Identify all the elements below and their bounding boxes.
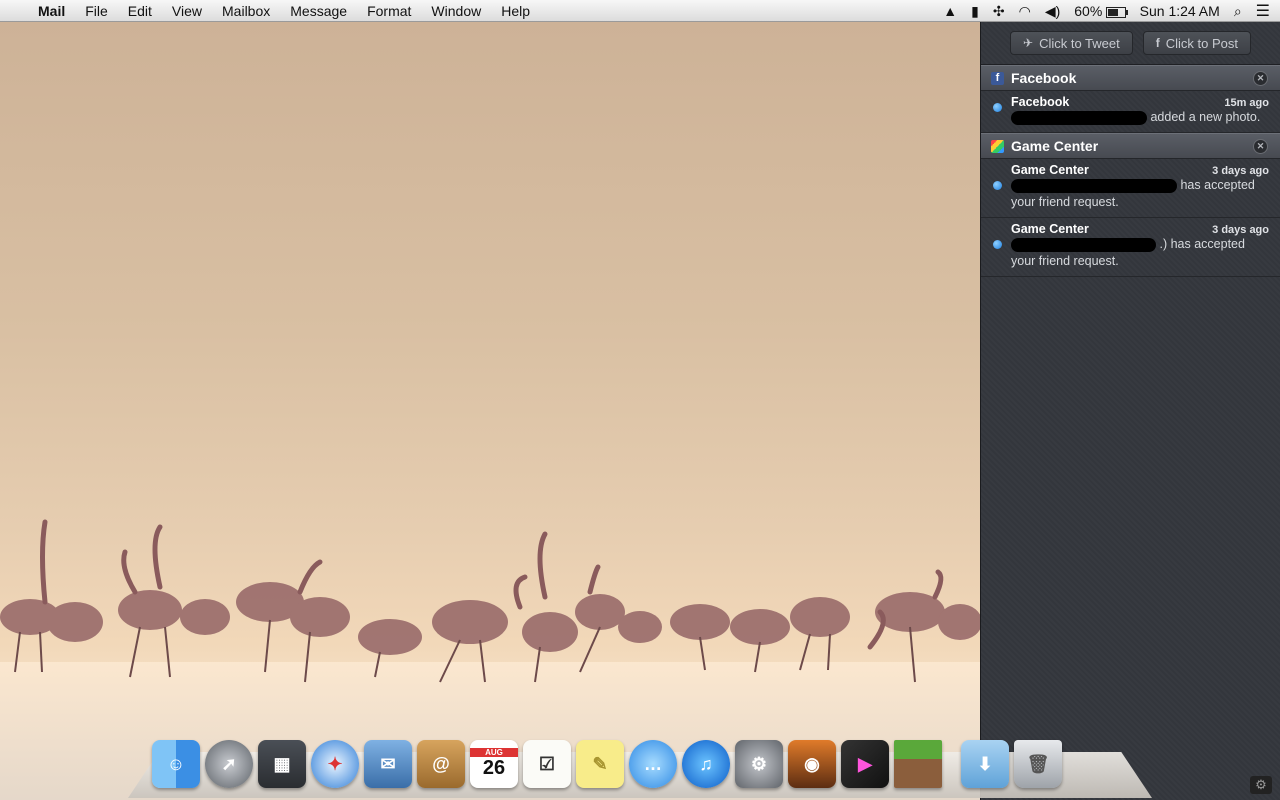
notification-time: 3 days ago <box>1212 165 1269 177</box>
close-icon[interactable]: ✕ <box>1253 139 1268 154</box>
notification-time: 3 days ago <box>1212 224 1269 236</box>
battery-status[interactable]: 60% <box>1074 3 1128 19</box>
flamingo-wallpaper-image <box>0 519 980 800</box>
redacted-name <box>1011 237 1156 252</box>
menu-view[interactable]: View <box>172 3 202 19</box>
notification-item[interactable]: Game Center 3 days ago has accepted your… <box>981 159 1280 218</box>
final-cut-icon[interactable]: ▶ <box>841 740 889 788</box>
menu-window[interactable]: Window <box>431 3 481 19</box>
notes-icon[interactable]: ✎ <box>576 740 624 788</box>
notification-text-line2: your friend request. <box>1011 254 1119 268</box>
safari-icon[interactable]: ✦ <box>311 740 359 788</box>
game-center-icon <box>991 139 1004 153</box>
finder-icon[interactable]: ☺ <box>152 740 200 788</box>
battery-percent: 60% <box>1074 3 1103 19</box>
game-center-section-header[interactable]: Game Center ✕ <box>981 133 1280 159</box>
gear-icon[interactable]: ⚙ <box>1250 776 1272 794</box>
app-menu[interactable]: Mail <box>38 3 65 19</box>
mission-control-icon[interactable]: ▦ <box>258 740 306 788</box>
facebook-section-header[interactable]: f Facebook ✕ <box>981 65 1280 91</box>
facebook-post-button[interactable]: f Click to Post <box>1142 31 1251 55</box>
mail-icon[interactable]: ✉ <box>364 740 412 788</box>
notification-body: has accepted your friend request. <box>1011 177 1270 211</box>
spotlight-search-icon[interactable]: ⌕ <box>1234 3 1242 20</box>
contacts-icon[interactable]: @ <box>417 740 465 788</box>
section-title: Facebook <box>1011 70 1077 86</box>
bluetooth-icon[interactable]: ✣ <box>993 3 1005 20</box>
notification-text: added a new photo. <box>1150 110 1261 124</box>
notification-text: .) has accepted <box>1159 237 1245 251</box>
facebook-icon: f <box>1155 36 1160 50</box>
volume-icon[interactable]: ◀) <box>1045 3 1060 20</box>
notification-center-icon[interactable]: ☰ <box>1256 1 1270 21</box>
calendar-icon[interactable]: AUG 26 <box>470 740 518 788</box>
notification-item[interactable]: Facebook 15m ago added a new photo. <box>981 91 1280 133</box>
calendar-day: 26 <box>482 757 506 779</box>
notification-text-line2: your friend request. <box>1011 195 1119 209</box>
wifi-icon[interactable]: ◠ <box>1019 3 1031 20</box>
menu-mailbox[interactable]: Mailbox <box>222 3 270 19</box>
redacted-name <box>1011 110 1147 125</box>
notification-text: has accepted <box>1180 178 1255 192</box>
trash-icon[interactable]: 🗑 <box>1014 740 1062 788</box>
minecraft-icon[interactable] <box>894 740 942 788</box>
facebook-icon: f <box>991 71 1004 85</box>
battery-icon <box>1105 7 1128 19</box>
clock[interactable]: Sun 1:24 AM <box>1140 3 1220 19</box>
post-label: Click to Post <box>1165 35 1238 51</box>
menu-edit[interactable]: Edit <box>128 3 152 19</box>
tweet-label: Click to Tweet <box>1039 35 1120 51</box>
downloads-folder-icon[interactable]: ⬇ <box>961 740 1009 788</box>
redacted-name <box>1011 178 1177 193</box>
notification-item[interactable]: Game Center 3 days ago .) has accepted y… <box>981 218 1280 277</box>
system-preferences-icon[interactable]: ⚙ <box>735 740 783 788</box>
notification-body: added a new photo. <box>1011 109 1270 126</box>
iphoto-icon[interactable]: ◉ <box>788 740 836 788</box>
twitter-icon: ✈ <box>1023 36 1034 50</box>
unread-dot-icon <box>993 240 1002 249</box>
unread-dot-icon <box>993 103 1002 112</box>
menu-message[interactable]: Message <box>290 3 347 19</box>
menu-help[interactable]: Help <box>501 3 530 19</box>
google-drive-icon[interactable]: ▲ <box>943 3 957 19</box>
desktop-wallpaper <box>0 22 980 800</box>
notification-center: ✈ Click to Tweet f Click to Post f Faceb… <box>980 22 1280 800</box>
share-buttons: ✈ Click to Tweet f Click to Post <box>981 22 1280 65</box>
calendar-month: AUG <box>470 748 518 757</box>
menu-bar: Mail File Edit View Mailbox Message Form… <box>0 0 1280 22</box>
menu-format[interactable]: Format <box>367 3 411 19</box>
notification-time: 15m ago <box>1224 97 1269 109</box>
bookmark-icon[interactable]: ▮ <box>971 3 979 20</box>
reminders-icon[interactable]: ☑ <box>523 740 571 788</box>
tweet-button[interactable]: ✈ Click to Tweet <box>1010 31 1133 55</box>
dock: ☺ ➚ ▦ ✦ ✉ @ AUG 26 ☑ ✎ … ♫ ⚙ ◉ ▶ ⬇ 🗑 <box>152 732 1067 788</box>
close-icon[interactable]: ✕ <box>1253 71 1268 86</box>
section-title: Game Center <box>1011 138 1099 154</box>
menu-file[interactable]: File <box>85 3 108 19</box>
unread-dot-icon <box>993 181 1002 190</box>
messages-icon[interactable]: … <box>629 740 677 788</box>
itunes-icon[interactable]: ♫ <box>682 740 730 788</box>
notification-body: .) has accepted your friend request. <box>1011 236 1270 270</box>
launchpad-icon[interactable]: ➚ <box>205 740 253 788</box>
